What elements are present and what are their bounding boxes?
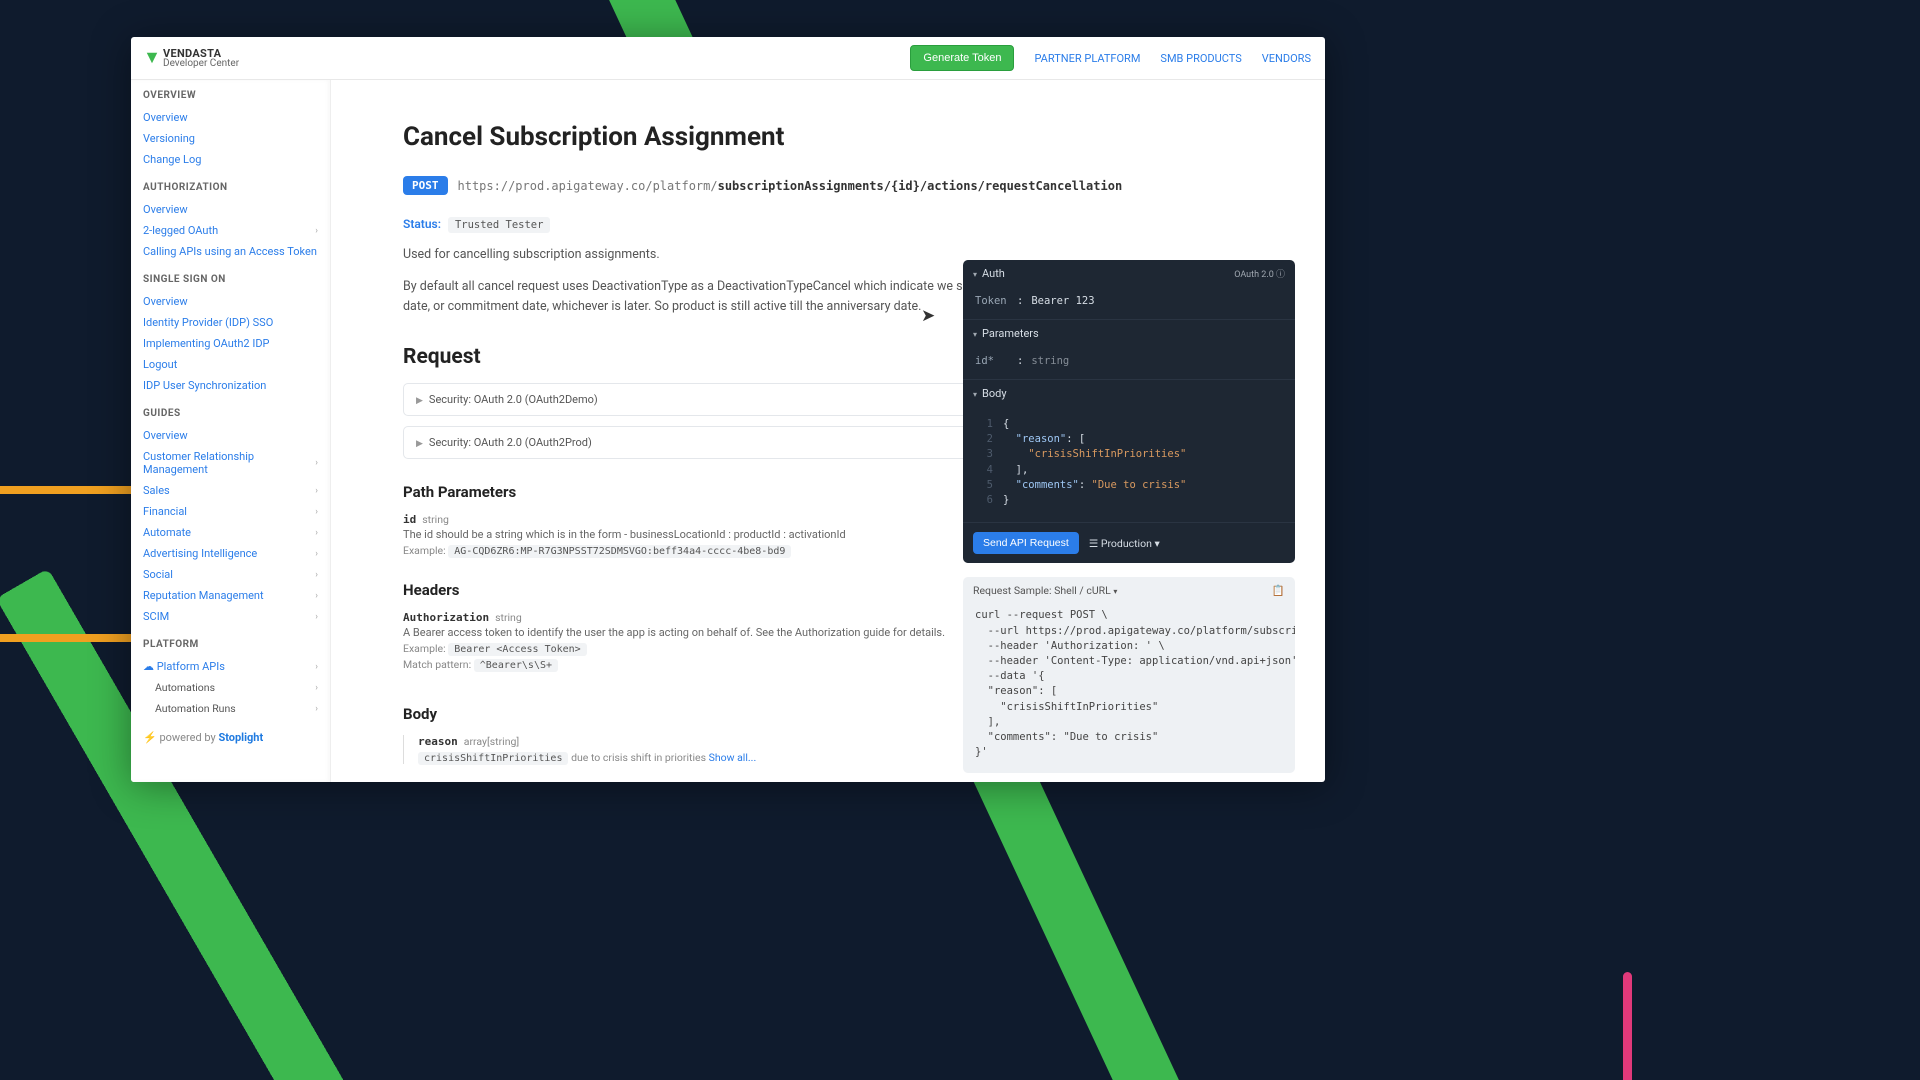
- sidebar-item[interactable]: Financial›: [143, 501, 318, 522]
- sidebar-item[interactable]: Automations›: [143, 677, 318, 698]
- chevron-right-icon: ›: [315, 528, 318, 538]
- sidebar-section-title: SINGLE SIGN ON: [143, 274, 318, 285]
- try-auth-header[interactable]: ▾Auth OAuth 2.0 ⓘ: [963, 260, 1295, 287]
- chevron-right-icon: ›: [315, 226, 318, 236]
- sidebar-section-title: OVERVIEW: [143, 90, 318, 101]
- endpoint-row: POST https://prod.apigateway.co/platform…: [403, 176, 1223, 195]
- sidebar-item[interactable]: Overview: [143, 199, 318, 220]
- sidebar-item[interactable]: Calling APIs using an Access Token: [143, 241, 318, 262]
- chevron-right-icon: ›: [315, 612, 318, 622]
- body-heading: Body: [403, 705, 437, 723]
- generate-token-button[interactable]: Generate Token: [910, 45, 1014, 71]
- sample-title[interactable]: Request Sample: Shell / cURL ▾: [973, 584, 1117, 597]
- sidebar-item[interactable]: Logout: [143, 354, 318, 375]
- chevron-right-icon: ›: [315, 570, 318, 580]
- sidebar-item[interactable]: Customer Relationship Management›: [143, 446, 318, 480]
- app-window: VENDASTA Developer Center Generate Token…: [131, 37, 1325, 782]
- sidebar-section-title: PLATFORM: [143, 639, 318, 650]
- chevron-right-icon: ›: [315, 591, 318, 601]
- send-api-request-button[interactable]: Send API Request: [973, 532, 1079, 554]
- top-nav: Generate Token PARTNER PLATFORM SMB PROD…: [910, 45, 1311, 71]
- sidebar-item[interactable]: Implementing OAuth2 IDP: [143, 333, 318, 354]
- sidebar-item[interactable]: Automation Runs›: [143, 698, 318, 719]
- status-badge: Trusted Tester: [448, 217, 551, 233]
- page-title: Cancel Subscription Assignment: [403, 122, 1223, 152]
- request-sample-panel: Request Sample: Shell / cURL ▾ 📋 curl --…: [963, 577, 1295, 772]
- topbar: VENDASTA Developer Center Generate Token…: [131, 37, 1325, 80]
- chevron-right-icon: ›: [315, 704, 318, 714]
- chevron-right-icon: ›: [315, 486, 318, 496]
- http-method-badge: POST: [403, 176, 448, 195]
- try-body-code[interactable]: 1{2 "reason": [3 "crisisShiftInPrioritie…: [975, 413, 1283, 512]
- sidebar-item[interactable]: Identity Provider (IDP) SSO: [143, 312, 318, 333]
- try-body-header[interactable]: ▾Body: [963, 380, 1295, 407]
- sidebar-section-title: AUTHORIZATION: [143, 182, 318, 193]
- sidebar-item[interactable]: Social›: [143, 564, 318, 585]
- sidebar-item[interactable]: SCIM›: [143, 606, 318, 627]
- sidebar-item[interactable]: 2-legged OAuth›: [143, 220, 318, 241]
- chevron-right-icon: ›: [315, 458, 318, 468]
- show-all-link[interactable]: Show all...: [709, 751, 757, 764]
- sidebar-item[interactable]: Sales›: [143, 480, 318, 501]
- sidebar-item[interactable]: Reputation Management›: [143, 585, 318, 606]
- brand-line2: Developer Center: [163, 59, 239, 69]
- brand-logo[interactable]: VENDASTA Developer Center: [145, 48, 239, 69]
- nav-vendors[interactable]: VENDORS: [1262, 52, 1311, 65]
- vendasta-icon: [145, 51, 159, 65]
- sidebar-item[interactable]: Versioning: [143, 128, 318, 149]
- try-it-panel: ▾Auth OAuth 2.0 ⓘ Token:Bearer 123 ▾Para…: [963, 260, 1295, 563]
- chevron-right-icon: ›: [315, 662, 318, 672]
- chevron-right-icon: ›: [315, 507, 318, 517]
- sidebar[interactable]: OVERVIEWOverviewVersioningChange LogAUTH…: [131, 80, 331, 782]
- sidebar-item[interactable]: ☁ Platform APIs›: [143, 656, 318, 677]
- main-content[interactable]: Cancel Subscription Assignment POST http…: [331, 80, 1325, 782]
- sample-code[interactable]: curl --request POST \ --url https://prod…: [963, 604, 1295, 772]
- sidebar-item[interactable]: Change Log: [143, 149, 318, 170]
- sidebar-item[interactable]: Overview: [143, 425, 318, 446]
- sidebar-item[interactable]: Advertising Intelligence›: [143, 543, 318, 564]
- endpoint-url: https://prod.apigateway.co/platform/subs…: [458, 179, 1123, 193]
- copy-icon[interactable]: 📋: [1272, 584, 1285, 597]
- nav-smb-products[interactable]: SMB PRODUCTS: [1160, 52, 1241, 65]
- brand-line1: VENDASTA: [163, 48, 239, 59]
- nav-partner-platform[interactable]: PARTNER PLATFORM: [1034, 52, 1140, 65]
- status-label: Status:: [403, 217, 441, 231]
- chevron-right-icon: ›: [315, 549, 318, 559]
- powered-by[interactable]: ⚡ powered by Stoplight: [131, 721, 330, 746]
- sidebar-item[interactable]: Overview: [143, 107, 318, 128]
- status-line: Status: Trusted Tester: [403, 217, 1223, 231]
- environment-select[interactable]: ☰ Production ▾: [1089, 537, 1160, 550]
- sidebar-item[interactable]: Automate›: [143, 522, 318, 543]
- chevron-right-icon: ›: [315, 683, 318, 693]
- sidebar-item[interactable]: IDP User Synchronization: [143, 375, 318, 396]
- sidebar-item[interactable]: Overview: [143, 291, 318, 312]
- try-params-header[interactable]: ▾Parameters: [963, 320, 1295, 347]
- sidebar-section-title: GUIDES: [143, 408, 318, 419]
